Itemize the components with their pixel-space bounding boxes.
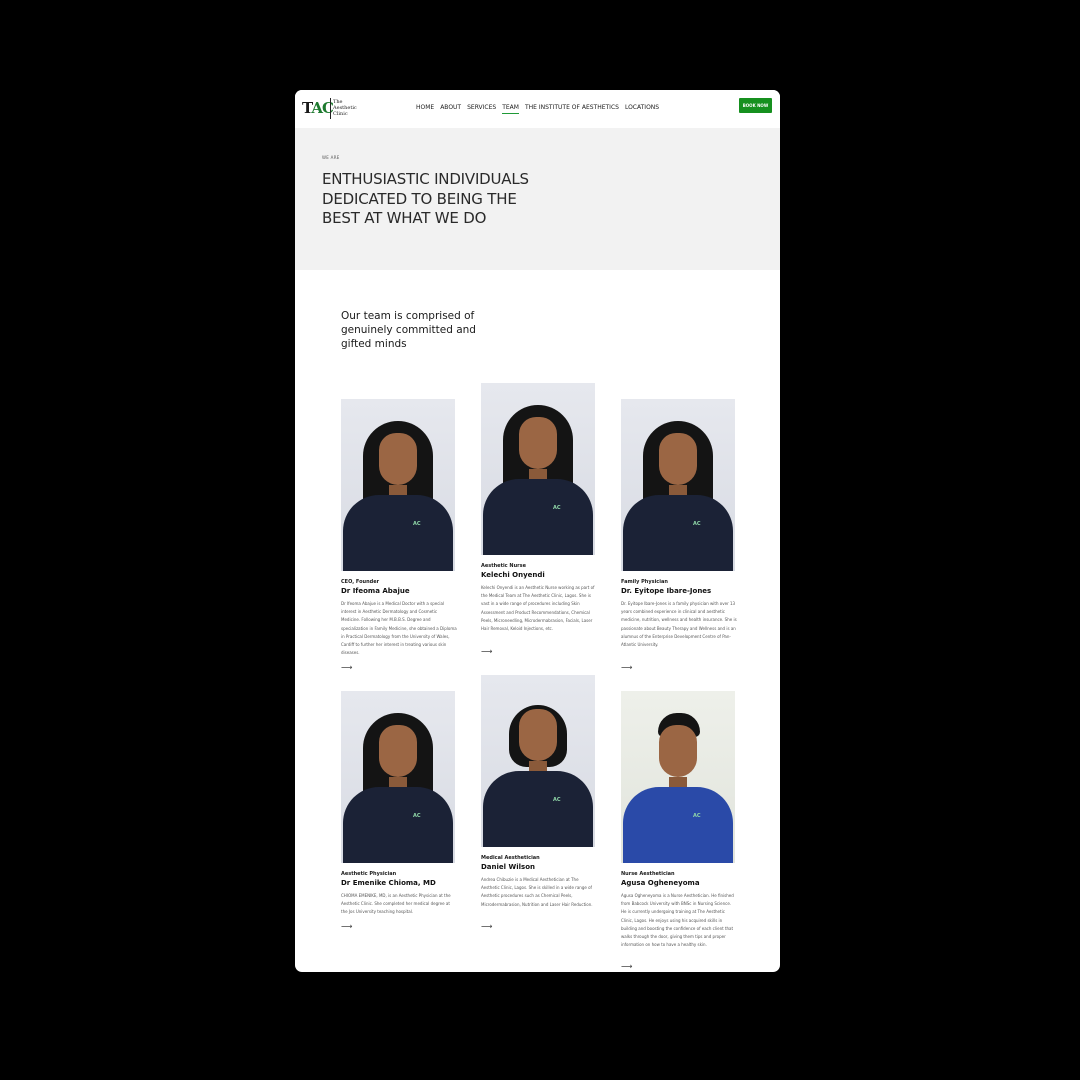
uniform-logo: AC [553, 505, 561, 511]
nav-about[interactable]: ABOUT [440, 103, 461, 114]
member-role: Family Physician [621, 579, 668, 585]
nav-institute[interactable]: THE INSTITUTE OF AESTHETICS [525, 103, 619, 114]
member-name: Kelechi Onyendi [481, 571, 545, 579]
member-role: Aesthetic Nurse [481, 563, 526, 569]
team-photo: AC [481, 383, 595, 555]
photo-face [519, 709, 557, 761]
member-role: Aesthetic Physician [341, 871, 397, 877]
uniform-logo: AC [553, 797, 561, 803]
photo-uniform [343, 787, 453, 863]
team-photo: AC [481, 675, 595, 847]
team-photo: AC [621, 399, 735, 571]
photo-uniform [343, 495, 453, 571]
uniform-logo: AC [693, 521, 701, 527]
uniform-logo: AC [413, 521, 421, 527]
member-role: Medical Aesthetician [481, 855, 540, 861]
nav-home[interactable]: HOME [416, 103, 434, 114]
photo-uniform [623, 495, 733, 571]
read-more-arrow-icon[interactable]: ⟶ [341, 664, 352, 672]
hero-eyebrow: WE ARE [322, 155, 340, 160]
uniform-logo: AC [413, 813, 421, 819]
member-bio: Dr. Eyitope Ibare-Jones is a family phys… [621, 601, 737, 648]
photo-face [379, 433, 417, 485]
member-name: Agusa Ogheneyoma [621, 879, 700, 887]
logo-monogram: TAC [302, 99, 334, 117]
member-bio: Kelechi Onyendi is an Aesthetic Nurse wo… [481, 585, 595, 632]
photo-face [659, 433, 697, 485]
member-bio: Dr Ifeoma Abajue is a Medical Doctor wit… [341, 601, 457, 656]
photo-face [519, 417, 557, 469]
photo-face [379, 725, 417, 777]
site-header: TAC The Aesthetic Clinic HOME ABOUT SERV… [295, 90, 780, 128]
member-bio: Agusa Ogheneyoma is a Nurse Aesthetician… [621, 893, 734, 948]
nav-services[interactable]: SERVICES [467, 103, 496, 114]
member-name: Dr. Eyitope Ibare-Jones [621, 587, 712, 595]
member-role: Nurse Aesthetician [621, 871, 675, 877]
team-intro: Our team is comprised of genuinely commi… [341, 310, 476, 350]
uniform-logo: AC [693, 813, 701, 819]
nav-team[interactable]: TEAM [502, 103, 519, 114]
clinic-logo[interactable]: TAC The Aesthetic Clinic [302, 97, 362, 121]
member-name: Dr Ifeoma Abajue [341, 587, 410, 595]
logo-divider [330, 98, 331, 119]
main-nav: HOME ABOUT SERVICES TEAM THE INSTITUTE O… [416, 103, 659, 114]
browser-frame: TAC The Aesthetic Clinic HOME ABOUT SERV… [295, 90, 780, 972]
photo-uniform [483, 771, 593, 847]
nav-locations[interactable]: LOCATIONS [625, 103, 659, 114]
hero-section: WE ARE ENTHUSIASTIC INDIVIDUALS DEDICATE… [295, 128, 780, 270]
member-bio: Andrea Chibuzie is a Medical Aestheticia… [481, 877, 593, 907]
read-more-arrow-icon[interactable]: ⟶ [481, 923, 492, 931]
hero-title: ENTHUSIASTIC INDIVIDUALS DEDICATED TO BE… [322, 170, 529, 227]
team-photo: AC [341, 399, 455, 571]
member-bio: CHIOMA EMENIKE, MD, is an Aesthetic Phys… [341, 893, 451, 915]
member-role: CEO, Founder [341, 579, 380, 585]
read-more-arrow-icon[interactable]: ⟶ [621, 664, 632, 672]
team-photo: AC [341, 691, 455, 863]
photo-uniform [483, 479, 593, 555]
photo-face [659, 725, 697, 777]
member-name: Daniel Wilson [481, 863, 535, 871]
team-photo: AC [621, 691, 735, 863]
read-more-arrow-icon[interactable]: ⟶ [341, 923, 352, 931]
read-more-arrow-icon[interactable]: ⟶ [621, 963, 632, 971]
book-now-button[interactable]: BOOK NOW [739, 98, 772, 113]
photo-uniform [623, 787, 733, 863]
logo-wordmark: The Aesthetic Clinic [333, 99, 357, 117]
member-name: Dr Emenike Chioma, MD [341, 879, 436, 887]
read-more-arrow-icon[interactable]: ⟶ [481, 648, 492, 656]
